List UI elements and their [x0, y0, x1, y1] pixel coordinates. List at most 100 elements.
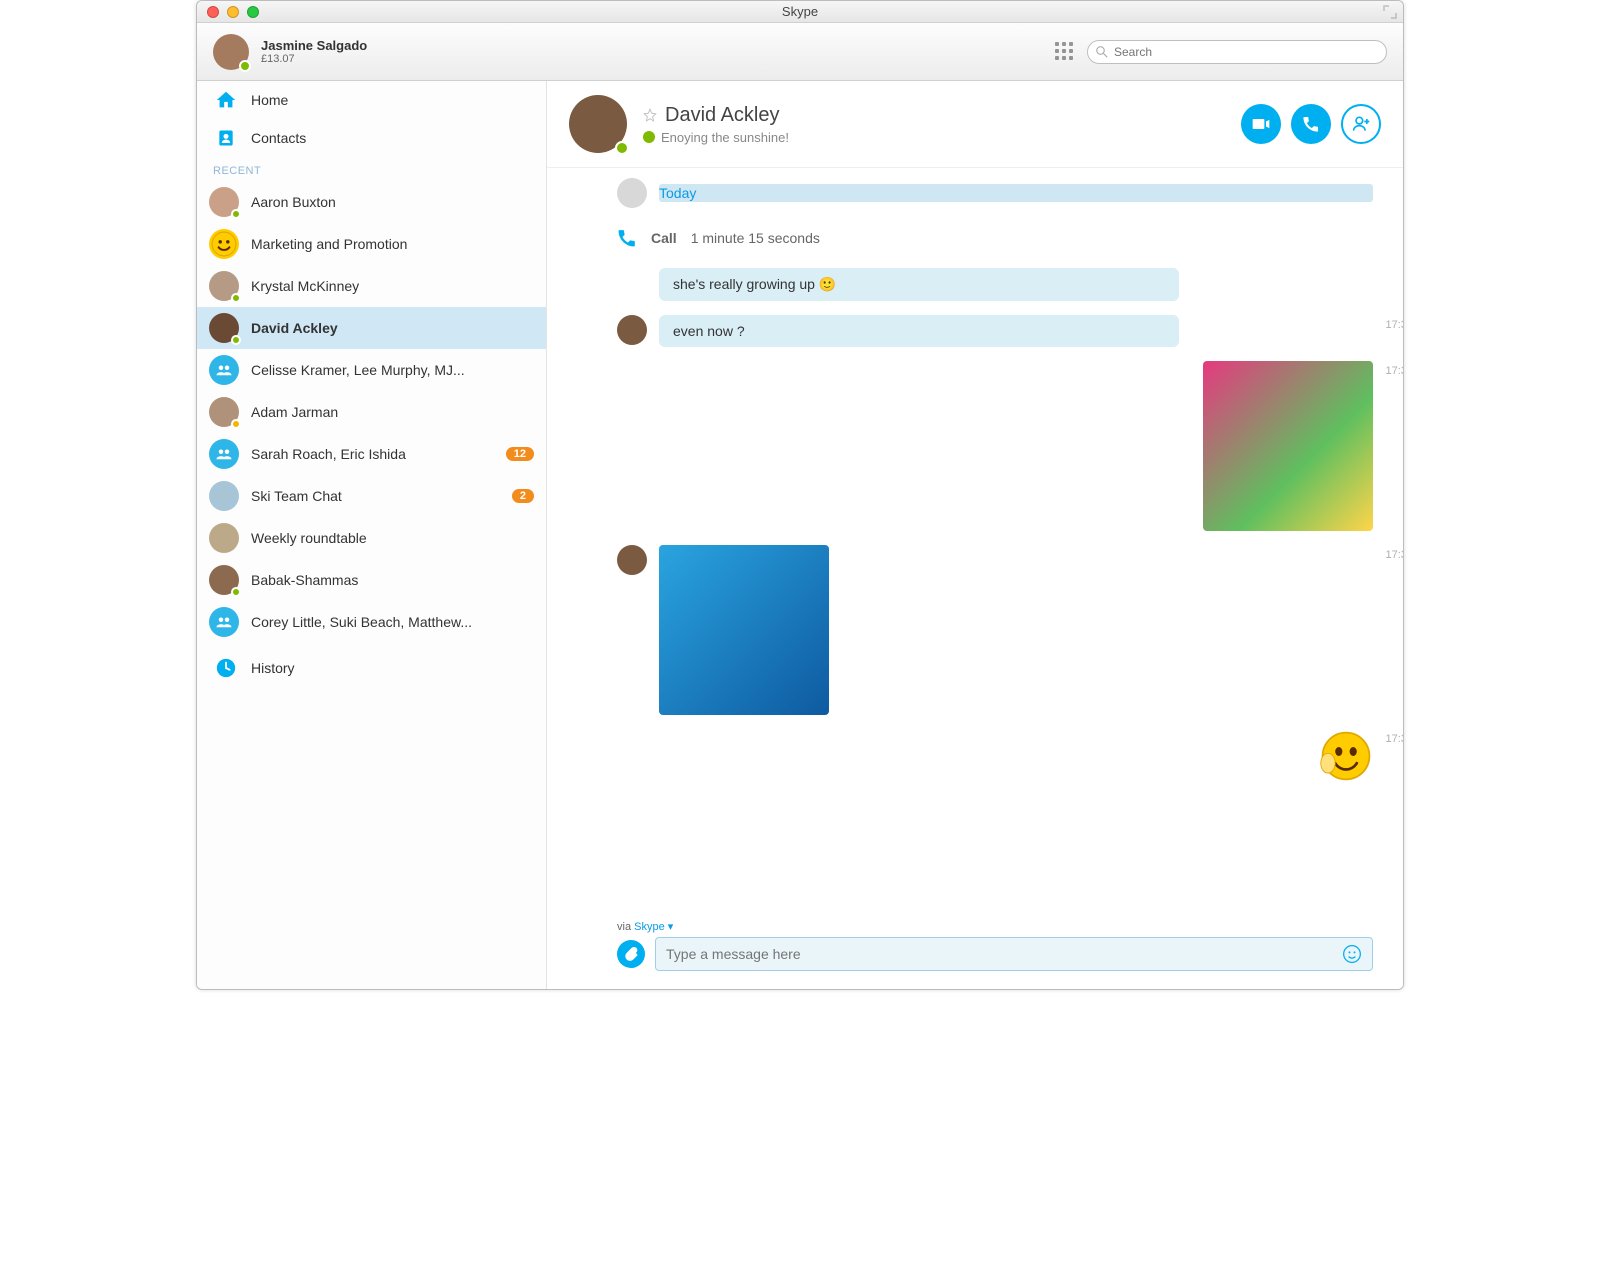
- contact-list: Aaron Buxton Marketing and Promotion Kryst…: [197, 181, 546, 643]
- call-label: Call: [651, 230, 677, 246]
- contact-name: Marketing and Promotion: [251, 236, 534, 252]
- group-icon: [209, 607, 239, 637]
- window-title: Skype: [197, 4, 1403, 19]
- search-box[interactable]: [1087, 40, 1387, 64]
- voice-call-button[interactable]: [1291, 104, 1331, 144]
- nav-home[interactable]: Home: [197, 81, 546, 119]
- sidebar-contact[interactable]: Babak-Shammas: [197, 559, 546, 601]
- contact-name: David Ackley: [251, 320, 534, 336]
- fullscreen-icon[interactable]: [1383, 5, 1397, 19]
- favorite-star-icon[interactable]: [643, 108, 657, 122]
- sidebar-contact[interactable]: Weekly roundtable: [197, 517, 546, 559]
- avatar[interactable]: [213, 34, 249, 70]
- add-contact-button[interactable]: [1341, 104, 1381, 144]
- chat-header: David Ackley Enoying the sunshine!: [547, 81, 1403, 168]
- message-avatar: [617, 315, 647, 345]
- emoji-message[interactable]: [1319, 729, 1373, 783]
- contact-avatar: [209, 271, 239, 301]
- sidebar-contact[interactable]: Celisse Kramer, Lee Murphy, MJ...: [197, 349, 546, 391]
- message-avatar: [617, 545, 647, 575]
- home-icon: [215, 89, 237, 111]
- message-outgoing: 17:36: [617, 361, 1373, 531]
- phone-icon: [617, 228, 637, 248]
- sidebar-contact[interactable]: Ski Team Chat 2: [197, 475, 546, 517]
- sidebar-contact[interactable]: Adam Jarman: [197, 391, 546, 433]
- call-duration: 1 minute 15 seconds: [691, 230, 820, 246]
- message-bubble[interactable]: even now ?: [659, 315, 1179, 347]
- unread-badge: 12: [506, 447, 534, 461]
- sidebar: Home Contacts RECENT Aaron Buxton Marketi…: [197, 81, 547, 989]
- emoji-avatar-icon: [209, 229, 239, 259]
- user-credit: £13.07: [261, 53, 367, 65]
- message-outgoing: 17:36: [617, 729, 1373, 783]
- contact-avatar: [209, 565, 239, 595]
- sidebar-contact[interactable]: Marketing and Promotion: [197, 223, 546, 265]
- nav-home-label: Home: [251, 92, 288, 108]
- message-input[interactable]: [666, 946, 1342, 962]
- via-dropdown[interactable]: Skype ▾: [634, 921, 673, 933]
- nav-contacts[interactable]: Contacts: [197, 119, 546, 157]
- image-message[interactable]: [1203, 361, 1373, 531]
- chat-pane: David Ackley Enoying the sunshine!: [547, 81, 1403, 989]
- contact-name: Krystal McKinney: [251, 278, 534, 294]
- contact-name: Adam Jarman: [251, 404, 534, 420]
- group-icon: [209, 439, 239, 469]
- section-recent-label: RECENT: [197, 157, 546, 181]
- sidebar-contact[interactable]: Corey Little, Suki Beach, Matthew...: [197, 601, 546, 643]
- message-time: 17:36: [1385, 733, 1403, 745]
- message-incoming: she's really growing up 🙂: [617, 268, 1373, 301]
- sidebar-contact[interactable]: Krystal McKinney: [197, 265, 546, 307]
- contact-name: Aaron Buxton: [251, 194, 534, 210]
- contact-avatar[interactable]: [569, 95, 627, 153]
- contacts-icon: [215, 127, 237, 149]
- sidebar-contact[interactable]: David Ackley: [197, 307, 546, 349]
- message-time: 17:36: [1385, 319, 1403, 331]
- contact-avatar: [209, 187, 239, 217]
- attach-button[interactable]: [617, 940, 645, 968]
- status-online-icon: [239, 60, 251, 72]
- image-message[interactable]: [659, 545, 829, 715]
- nav-contacts-label: Contacts: [251, 130, 306, 146]
- app-window: Skype Jasmine Salgado £13.07: [196, 0, 1404, 990]
- search-icon: [1096, 46, 1108, 58]
- status-online-icon: [231, 335, 241, 345]
- contact-avatar: [209, 397, 239, 427]
- video-call-button[interactable]: [1241, 104, 1281, 144]
- message-list[interactable]: Today Call 1 minute 15 seconds 13:54 she…: [547, 168, 1403, 910]
- status-online-icon: [231, 209, 241, 219]
- toolbar: Jasmine Salgado £13.07: [197, 23, 1403, 81]
- contact-name: David Ackley: [665, 104, 780, 127]
- contact-avatar: [209, 523, 239, 553]
- search-input[interactable]: [1114, 45, 1378, 59]
- contact-name: Ski Team Chat: [251, 488, 500, 504]
- via-label: via Skype ▾: [617, 920, 1373, 933]
- contact-avatar: [209, 313, 239, 343]
- titlebar: Skype: [197, 1, 1403, 23]
- sidebar-contact[interactable]: Aaron Buxton: [197, 181, 546, 223]
- message-incoming: 17:36: [617, 545, 1373, 715]
- call-event: Call 1 minute 15 seconds 13:54: [617, 228, 1373, 248]
- nav-history-label: History: [251, 660, 295, 676]
- nav-history[interactable]: History: [197, 649, 546, 687]
- emoji-picker-button[interactable]: [1342, 944, 1362, 964]
- status-online-icon: [231, 293, 241, 303]
- contact-name: Weekly roundtable: [251, 530, 534, 546]
- message-incoming: even now ?17:36: [617, 315, 1373, 347]
- message-time: 17:36: [1385, 549, 1403, 561]
- contact-name: Corey Little, Suki Beach, Matthew...: [251, 614, 534, 630]
- user-info[interactable]: Jasmine Salgado £13.07: [261, 38, 367, 65]
- status-online-icon: [615, 141, 629, 155]
- message-avatar: [617, 178, 647, 208]
- status-away-icon: [231, 419, 241, 429]
- contact-name: Babak-Shammas: [251, 572, 534, 588]
- status-online-icon: [231, 587, 241, 597]
- sidebar-contact[interactable]: Sarah Roach, Eric Ishida 12: [197, 433, 546, 475]
- message-input-wrap[interactable]: [655, 937, 1373, 971]
- composer: via Skype ▾: [547, 910, 1403, 989]
- message-time: 17:36: [1385, 365, 1403, 377]
- unread-badge: 2: [512, 489, 534, 503]
- message-bubble[interactable]: she's really growing up 🙂: [659, 268, 1179, 301]
- contact-mood: Enoying the sunshine!: [661, 130, 789, 145]
- contact-name: Sarah Roach, Eric Ishida: [251, 446, 494, 462]
- dialpad-icon[interactable]: [1055, 42, 1075, 62]
